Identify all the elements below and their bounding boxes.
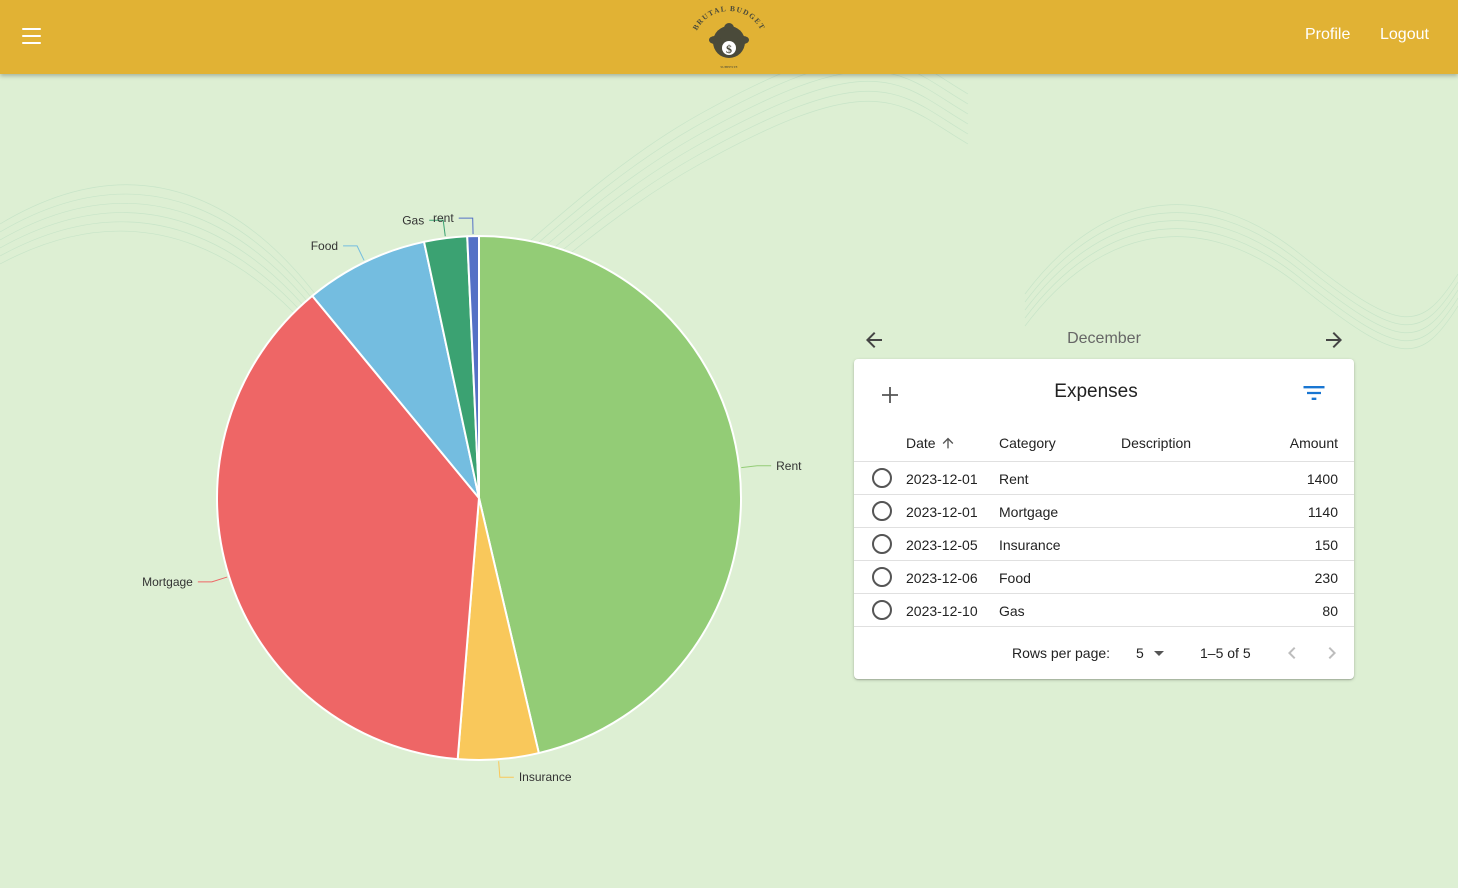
app-bar: $ BRUTAL BUDGET SUBEESTE Profile Logout [0, 0, 1458, 74]
cell-category: Gas [999, 603, 1025, 619]
row-select-radio[interactable] [872, 534, 892, 554]
pie-label-rent: rent [433, 211, 454, 225]
pagination-range: 1–5 of 5 [1200, 645, 1251, 661]
cell-amount: 80 [1322, 603, 1338, 619]
column-header-date[interactable]: Date [906, 435, 956, 451]
expenses-table-card: Expenses Date Category Description Amoun… [854, 359, 1354, 679]
rows-per-page-value: 5 [1136, 645, 1144, 661]
column-header-amount[interactable]: Amount [1290, 435, 1338, 451]
row-select-radio[interactable] [872, 567, 892, 587]
cell-date: 2023-12-01 [906, 471, 978, 487]
logo-subtext: SUBEESTE [720, 65, 737, 69]
cell-category: Rent [999, 471, 1029, 487]
pie-label-gas: Gas [402, 213, 424, 227]
month-navigation: December [854, 322, 1354, 356]
pie-label-food: Food [311, 239, 338, 253]
table-row[interactable]: 2023-12-05 Insurance 150 [854, 528, 1354, 561]
table-header: Date Category Description Amount [854, 427, 1354, 462]
cell-date: 2023-12-06 [906, 570, 978, 586]
row-select-radio[interactable] [872, 468, 892, 488]
row-select-radio[interactable] [872, 501, 892, 521]
row-select-radio[interactable] [872, 600, 892, 620]
rows-per-page-select[interactable]: 5 [1132, 643, 1172, 665]
pie-label-rent: Rent [776, 459, 802, 473]
cell-date: 2023-12-05 [906, 537, 978, 553]
cell-category: Food [999, 570, 1031, 586]
pie-label-line-rent [458, 217, 474, 235]
rows-per-page-label: Rows per page: [1012, 645, 1111, 661]
cell-date: 2023-12-01 [906, 504, 978, 520]
previous-page-chevron-icon[interactable] [1280, 641, 1304, 665]
table-row[interactable]: 2023-12-06 Food 230 [854, 561, 1354, 594]
menu-button[interactable] [14, 20, 50, 54]
pie-label-line-food [343, 245, 365, 261]
month-label: December [1067, 330, 1141, 347]
cell-amount: 1140 [1307, 504, 1338, 520]
logout-link[interactable]: Logout [1380, 26, 1429, 44]
filter-list-icon[interactable] [1300, 379, 1328, 407]
dropdown-caret-icon [1154, 651, 1164, 656]
expense-pie-chart: Rent Insurance Mortgage Food Gas rent [142, 211, 802, 784]
next-page-chevron-icon[interactable] [1320, 641, 1344, 665]
pie-label-line-insurance [498, 761, 514, 778]
profile-link[interactable]: Profile [1305, 26, 1350, 44]
menu-icon [22, 28, 41, 30]
menu-icon-line [22, 35, 41, 37]
next-month-arrow-icon[interactable] [1322, 328, 1346, 352]
table-row[interactable]: 2023-12-10 Gas 80 [854, 594, 1354, 627]
pie-label-line-mortgage [197, 576, 228, 583]
cell-category: Mortgage [999, 504, 1059, 520]
svg-text:$: $ [726, 42, 732, 56]
menu-icon-line [22, 42, 41, 44]
pie-label-insurance: Insurance [519, 770, 572, 784]
cell-category: Insurance [999, 537, 1061, 553]
column-header-category[interactable]: Category [999, 435, 1056, 451]
table-row[interactable]: 2023-12-01 Mortgage 1140 [854, 495, 1354, 528]
column-header-description[interactable]: Description [1121, 435, 1191, 451]
cell-date: 2023-12-10 [906, 603, 978, 619]
column-header-date-label: Date [906, 435, 936, 451]
cell-amount: 150 [1314, 537, 1338, 553]
table-title: Expenses [1054, 381, 1138, 402]
pie-label-mortgage: Mortgage [142, 575, 193, 589]
sort-ascending-arrow-icon [942, 437, 953, 449]
cell-amount: 230 [1314, 570, 1338, 586]
brutal-budget-logo[interactable]: $ BRUTAL BUDGET SUBEESTE [684, 4, 774, 72]
table-pagination: Rows per page: 5 1–5 of 5 [854, 629, 1354, 679]
pie-label-line-rent [741, 465, 772, 469]
cell-amount: 1400 [1306, 471, 1338, 487]
table-row[interactable]: 2023-12-01 Rent 1400 [854, 462, 1354, 495]
